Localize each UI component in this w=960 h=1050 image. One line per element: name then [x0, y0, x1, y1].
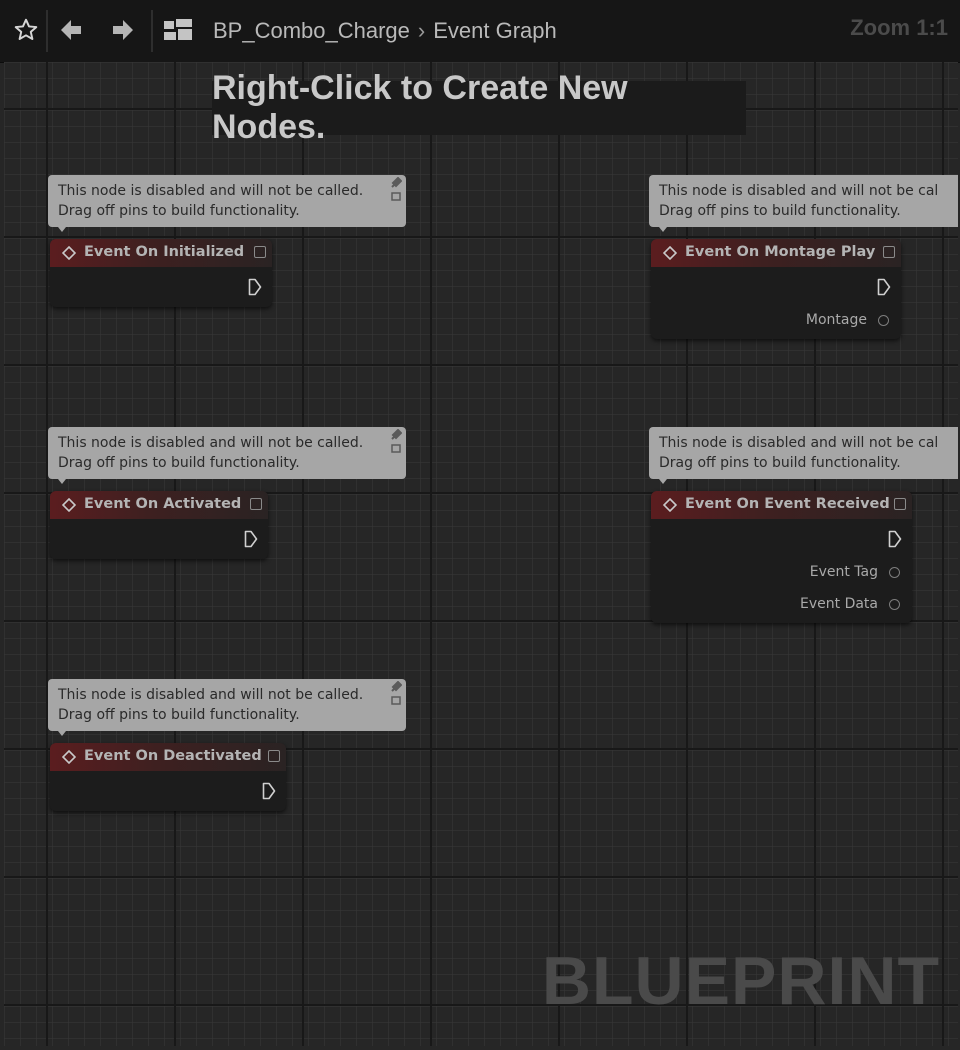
event-node[interactable]: Event On Deactivated [50, 743, 286, 811]
exec-pin-icon[interactable] [248, 278, 262, 296]
comment-line: This node is disabled and will not be ca… [58, 183, 364, 199]
pin-icon[interactable] [390, 681, 402, 707]
data-pin-icon[interactable] [878, 315, 889, 326]
favorite-star-button[interactable] [9, 13, 43, 47]
node-title: Event On Montage Play [685, 244, 876, 260]
node-title: Event On Activated [84, 496, 242, 512]
pin-label: Event Data [800, 596, 878, 612]
delegate-pin-icon[interactable] [883, 246, 895, 258]
node-comment-bubble: This node is disabled and will not be ca… [649, 175, 958, 232]
node-comment-bubble: This node is disabled and will not be ca… [48, 679, 406, 736]
exec-pin-icon[interactable] [877, 278, 891, 296]
comment-line: Drag off pins to build functionality. [659, 455, 901, 471]
exec-pin-icon[interactable] [262, 782, 276, 800]
comment-line: Drag off pins to build functionality. [58, 203, 300, 219]
delegate-pin-icon[interactable] [894, 498, 906, 510]
event-node[interactable]: Event On Montage Play Montage [651, 239, 901, 339]
arrow-left-icon [61, 20, 81, 40]
exec-pin-icon[interactable] [244, 530, 258, 548]
node-comment-bubble: This node is disabled and will not be ca… [48, 427, 406, 484]
breadcrumb: BP_Combo_Charge › Event Graph [213, 14, 557, 48]
event-diamond-icon [663, 498, 677, 512]
bubble-tail [659, 227, 667, 232]
pin-icon[interactable] [390, 177, 402, 203]
forward-button[interactable] [106, 13, 140, 47]
event-node[interactable]: Event On Event Received Event Tag Event … [651, 491, 912, 623]
event-node[interactable]: Event On Initialized [50, 239, 272, 307]
comment-line: This node is disabled and will not be ca… [58, 687, 364, 703]
breadcrumb-blueprint[interactable]: BP_Combo_Charge [213, 18, 410, 44]
pin-label: Event Tag [809, 564, 878, 580]
exec-pin-icon[interactable] [888, 530, 902, 548]
event-diamond-icon [62, 246, 76, 260]
graph-type-button[interactable] [162, 13, 196, 47]
toolbar-separator [46, 10, 48, 52]
event-node[interactable]: Event On Activated [50, 491, 268, 559]
delegate-pin-icon[interactable] [254, 246, 266, 258]
bubble-tail [58, 227, 66, 232]
event-diamond-icon [62, 750, 76, 764]
event-diamond-icon [62, 498, 76, 512]
zoom-level: Zoom 1:1 [850, 15, 948, 40]
data-pin-icon[interactable] [889, 599, 900, 610]
node-title: Event On Initialized [84, 244, 245, 260]
pin-label: Montage [805, 312, 867, 328]
comment-line: This node is disabled and will not be ca… [58, 435, 364, 451]
delegate-pin-icon[interactable] [268, 750, 280, 762]
comment-line: This node is disabled and will not be ca… [659, 183, 939, 199]
blueprint-watermark: BLUEPRINT [541, 943, 940, 1019]
arrow-right-icon [113, 20, 133, 40]
data-pin-icon[interactable] [889, 567, 900, 578]
node-comment-bubble: This node is disabled and will not be ca… [649, 427, 958, 484]
event-diamond-icon [663, 246, 677, 260]
chevron-right-icon: › [417, 18, 426, 43]
bubble-tail [659, 479, 667, 484]
graph-hint: Right-Click to Create New Nodes. [212, 69, 746, 146]
bubble-tail [58, 731, 66, 736]
star-icon [14, 18, 38, 40]
blueprint-graph-icon [164, 19, 192, 40]
node-title: Event On Event Received [685, 496, 890, 512]
comment-line: Drag off pins to build functionality. [58, 707, 300, 723]
comment-line: This node is disabled and will not be ca… [659, 435, 939, 451]
node-title: Event On Deactivated [84, 748, 262, 764]
toolbar-separator [151, 10, 153, 52]
bubble-tail [58, 479, 66, 484]
breadcrumb-graph[interactable]: Event Graph [433, 18, 557, 44]
comment-line: Drag off pins to build functionality. [58, 455, 300, 471]
pin-icon[interactable] [390, 429, 402, 455]
back-button[interactable] [54, 13, 88, 47]
graph-toolbar: BP_Combo_Charge › Event Graph Zoom 1:1 [0, 0, 960, 63]
graph-canvas[interactable]: Right-Click to Create New Nodes. This no… [4, 62, 958, 1046]
delegate-pin-icon[interactable] [250, 498, 262, 510]
comment-line: Drag off pins to build functionality. [659, 203, 901, 219]
node-comment-bubble: This node is disabled and will not be ca… [48, 175, 406, 232]
